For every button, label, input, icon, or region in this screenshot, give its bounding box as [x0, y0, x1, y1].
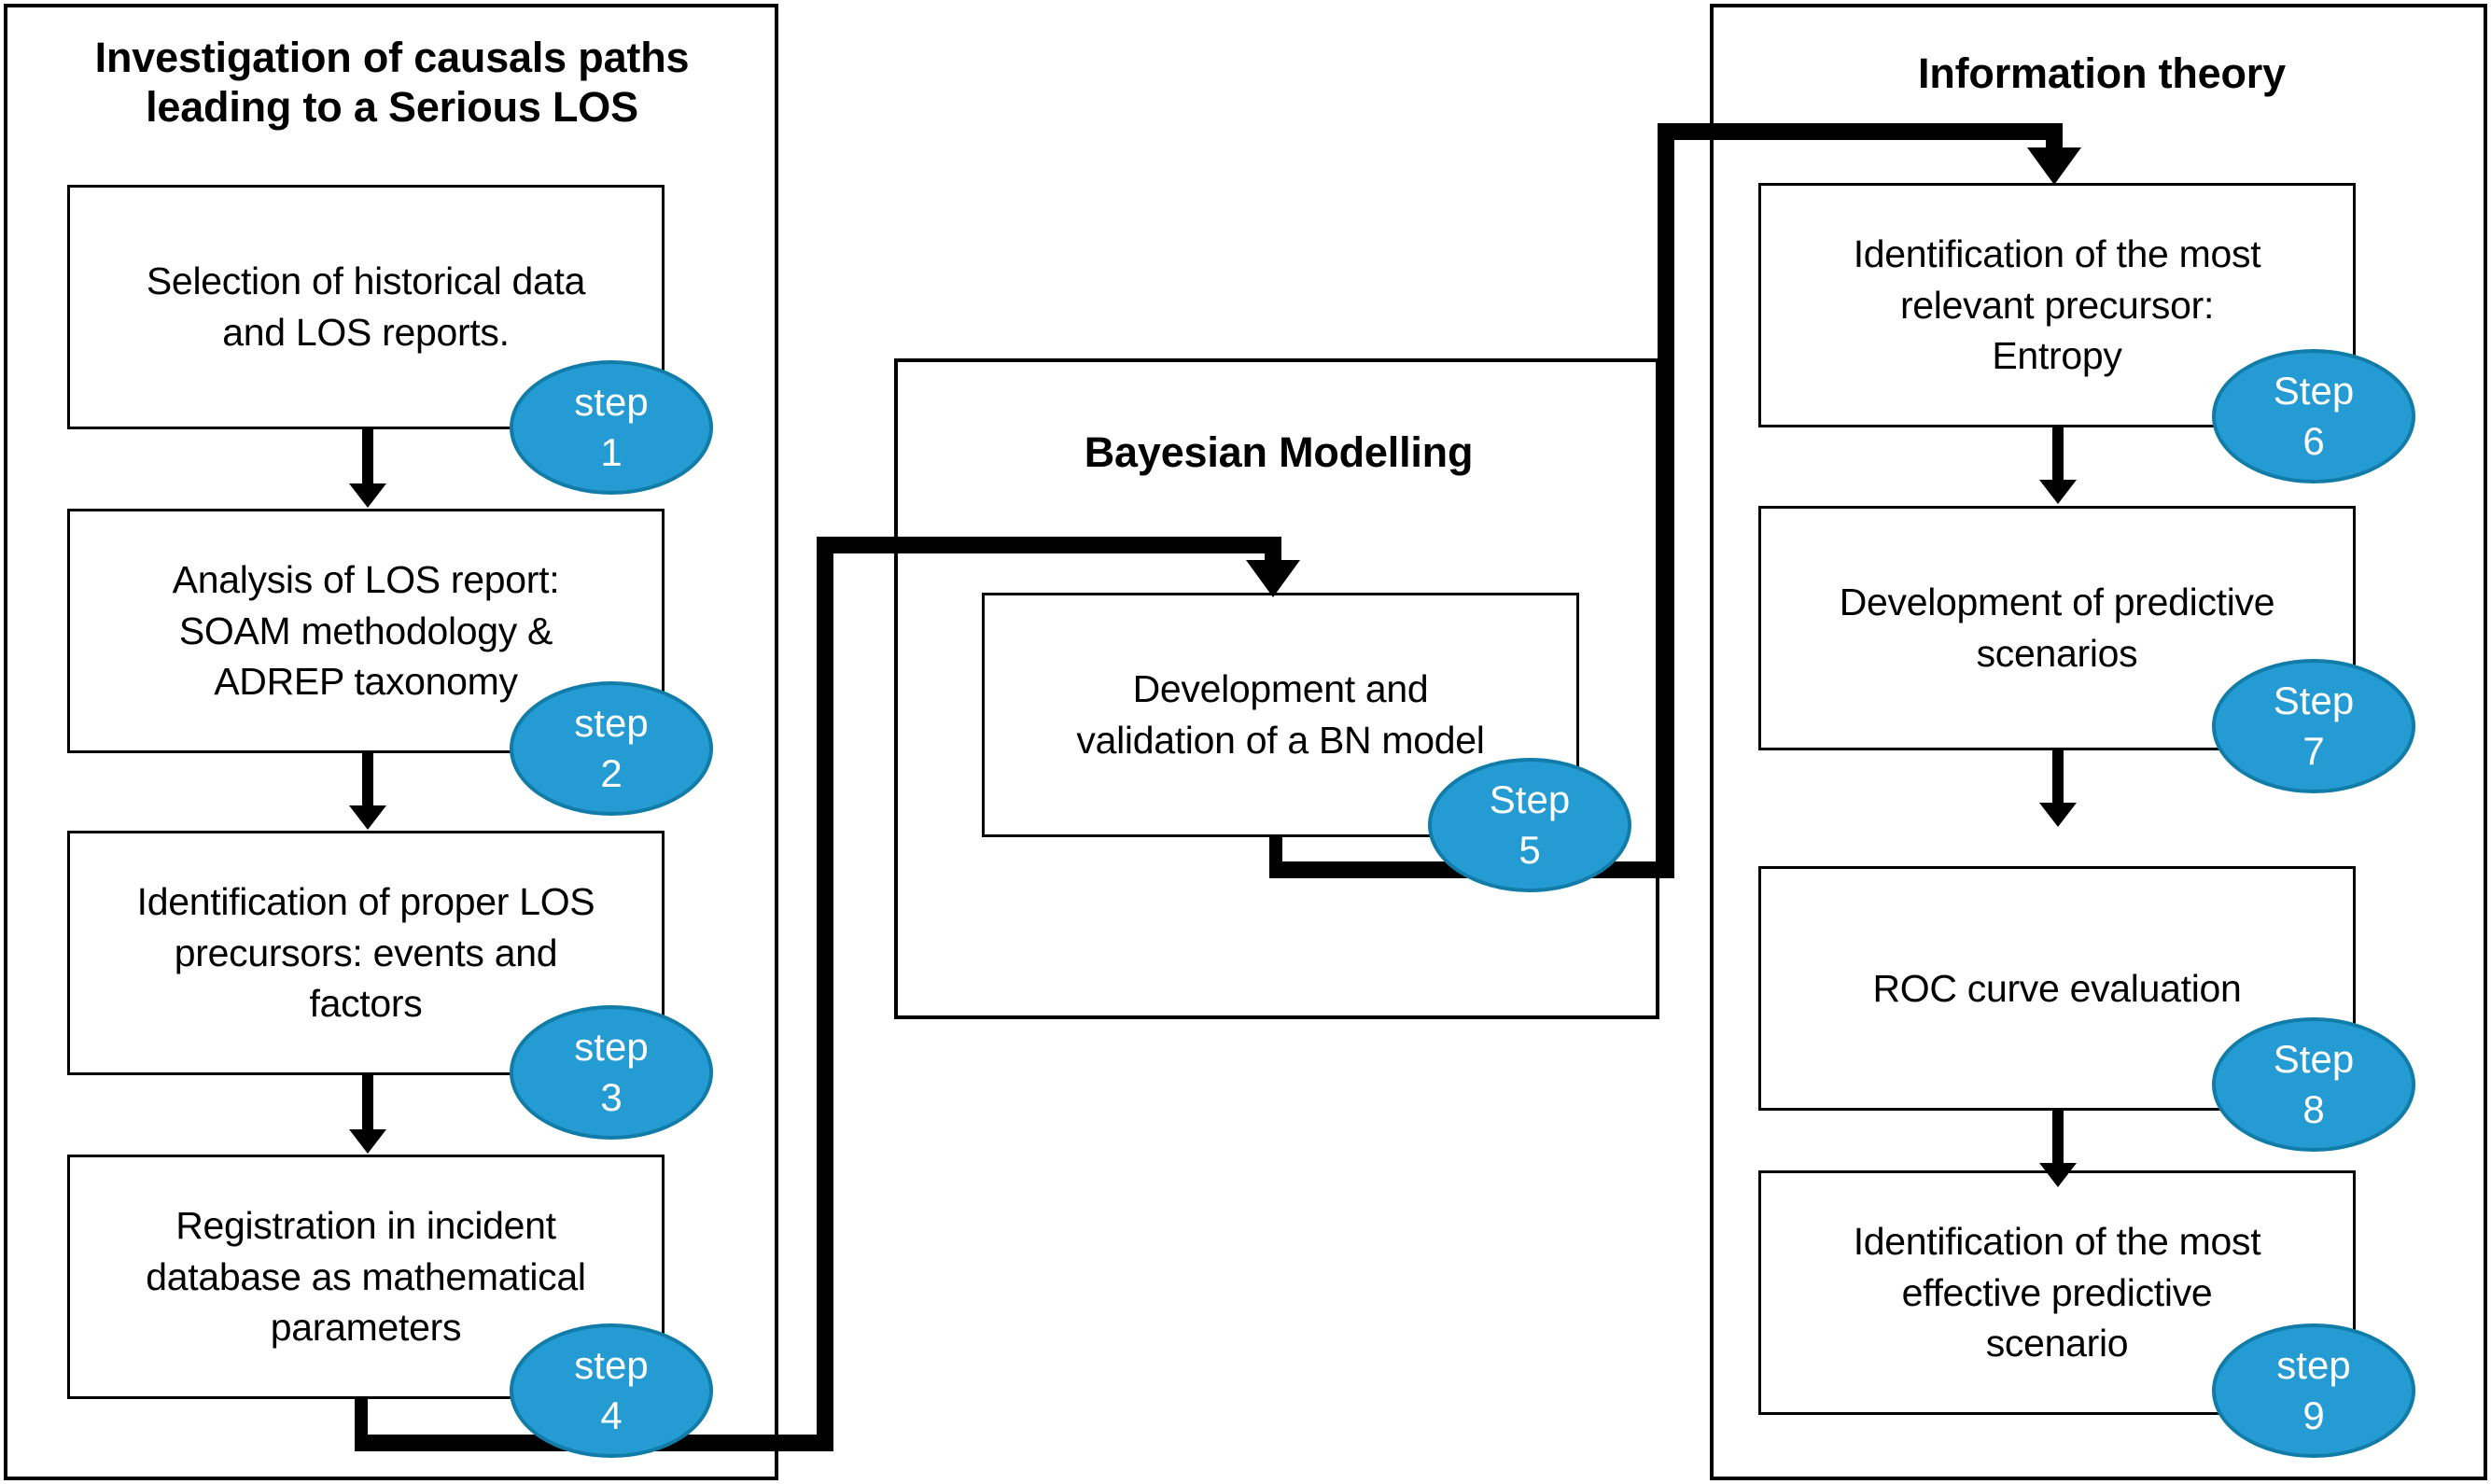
panel-information-theory-title: Information theory: [1918, 49, 2286, 97]
step-box-2-text: Analysis of LOS report: SOAM methodology…: [172, 557, 560, 704]
step-badge-9-word: step: [2276, 1343, 2351, 1387]
step-box-9-text: Identification of the most effective pre…: [1853, 1219, 2261, 1365]
step-badge-2-number: 2: [600, 751, 623, 795]
step-badge-8-word: Step: [2273, 1037, 2355, 1081]
step-badge-3[interactable]: step 3: [510, 1005, 713, 1140]
step-badge-2[interactable]: step 2: [510, 681, 713, 816]
step-badge-4-number: 4: [600, 1393, 623, 1437]
step-box-5-text: Development and validation of a BN model: [1076, 667, 1485, 762]
arrow-1-to-2-line: [362, 429, 373, 489]
arrow-7-to-8-line: [2052, 750, 2064, 808]
step-badge-6-number: 6: [2302, 419, 2325, 463]
panel-investigation-title: Investigation of causals paths leading t…: [94, 34, 690, 132]
arrow-2-to-3-line: [362, 753, 373, 811]
flowchart-canvas: Investigation of causals paths leading t…: [0, 0, 2491, 1484]
step-badge-9[interactable]: step 9: [2212, 1323, 2415, 1458]
step-badge-8[interactable]: Step 8: [2212, 1017, 2415, 1152]
panel-bayesian-title: Bayesian Modelling: [1084, 428, 1474, 476]
arrow-3-to-4-head: [349, 1129, 386, 1154]
arrow-2-to-3-head: [349, 805, 386, 830]
step-badge-3-number: 3: [600, 1075, 623, 1119]
arrow-8-to-9-head: [2039, 1163, 2077, 1187]
arrow-6-to-7-line: [2052, 427, 2064, 485]
arrow-8-to-9-line: [2052, 1111, 2064, 1169]
connector-bayesian-to-right-top: [1658, 123, 2063, 140]
step-badge-8-number: 8: [2302, 1087, 2325, 1131]
step-box-1-text: Selection of historical data and LOS rep…: [146, 259, 586, 354]
connector-right-arrow-head: [2027, 147, 2081, 185]
step-badge-5-number: 5: [1518, 828, 1541, 872]
connector-bayesian-arrow-head: [1246, 560, 1300, 597]
step-box-4-text: Registration in incident database as mat…: [146, 1203, 586, 1350]
step-badge-3-word: step: [574, 1025, 649, 1069]
step-badge-6-word: Step: [2273, 369, 2355, 413]
step-badge-4-word: step: [574, 1343, 649, 1387]
arrow-7-to-8-head: [2039, 803, 2077, 827]
step-badge-1-number: 1: [600, 430, 623, 474]
step-badge-7-number: 7: [2302, 729, 2325, 773]
step-badge-1-word: step: [574, 380, 649, 424]
step-badge-6[interactable]: Step 6: [2212, 349, 2415, 483]
connector-left-to-bayesian-riser: [817, 537, 833, 1451]
connector-bayesian-to-right-riser: [1658, 123, 1674, 878]
step-box-6-text: Identification of the most relevant prec…: [1853, 231, 2261, 378]
step-badge-7[interactable]: Step 7: [2212, 659, 2415, 793]
step-badge-1[interactable]: step 1: [510, 360, 713, 495]
arrow-1-to-2-head: [349, 483, 386, 508]
arrow-6-to-7-head: [2039, 480, 2077, 504]
step-badge-9-number: 9: [2302, 1393, 2325, 1437]
step-box-3-text: Identification of proper LOS precursors:…: [136, 879, 595, 1026]
step-box-7-text: Development of predictive scenarios: [1839, 581, 2275, 675]
step-badge-4[interactable]: step 4: [510, 1323, 713, 1458]
connector-left-to-bayesian-top: [817, 537, 1281, 553]
step-badge-7-word: Step: [2273, 679, 2355, 722]
step-badge-2-word: step: [574, 701, 649, 745]
step-badge-5-word: Step: [1489, 777, 1571, 821]
step-box-8-text: ROC curve evaluation: [1872, 966, 2242, 1010]
step-badge-5[interactable]: Step 5: [1428, 758, 1631, 892]
arrow-3-to-4-line: [362, 1075, 373, 1135]
